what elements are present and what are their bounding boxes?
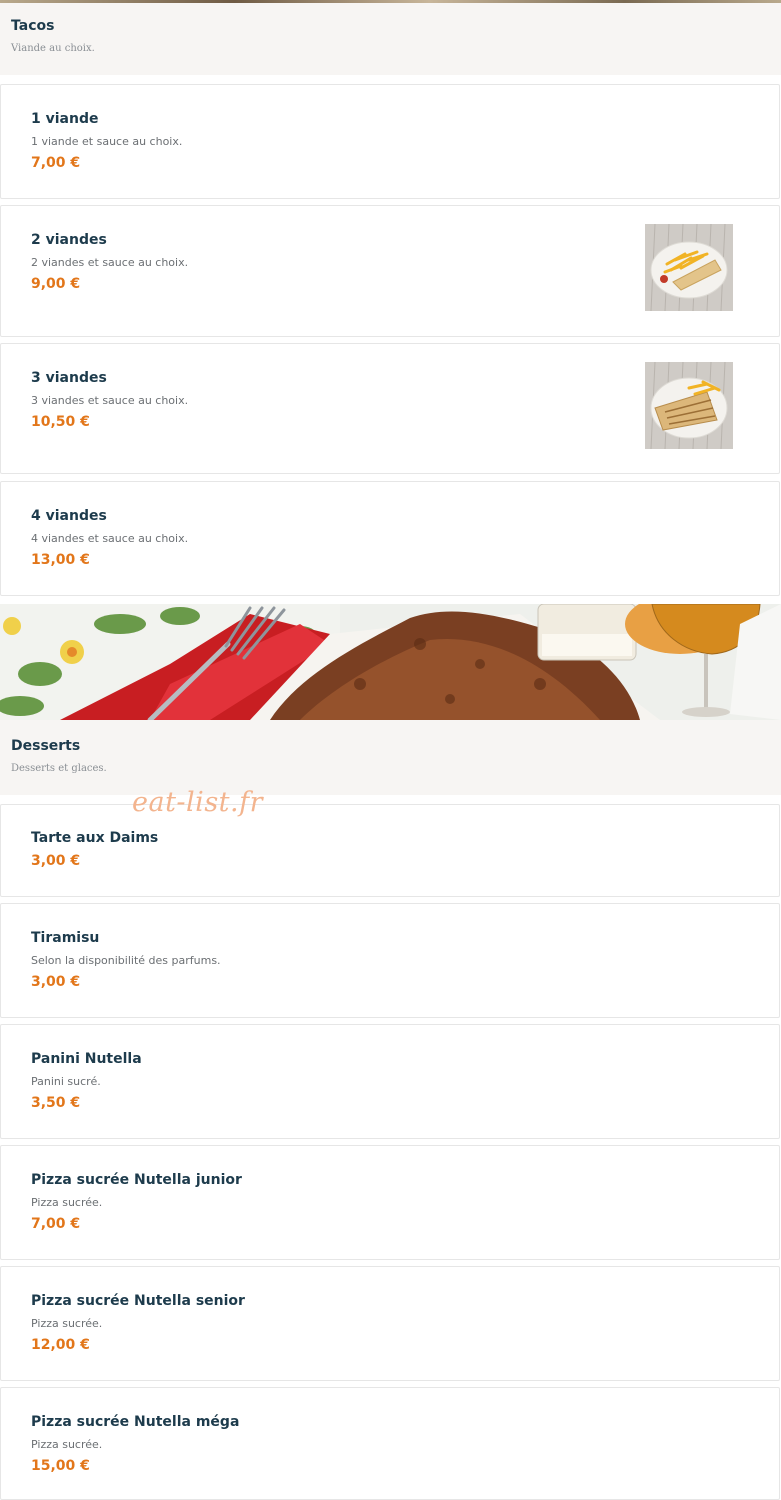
menu-item-pizza-sucree-nutella-senior[interactable]: Pizza sucrée Nutella senior Pizza sucrée… bbox=[0, 1266, 780, 1381]
item-price: 3,00 € bbox=[31, 853, 81, 869]
menu-item-pizza-sucree-nutella-mega[interactable]: Pizza sucrée Nutella méga Pizza sucrée. … bbox=[0, 1387, 780, 1500]
category-title: Tacos bbox=[11, 18, 55, 34]
item-price: 7,00 € bbox=[31, 155, 81, 171]
item-price: 9,00 € bbox=[31, 276, 81, 292]
item-price: 3,00 € bbox=[31, 974, 81, 990]
item-price: 15,00 € bbox=[31, 1458, 90, 1474]
item-description: 1 viande et sauce au choix. bbox=[31, 135, 183, 148]
item-description: Selon la disponibilité des parfums. bbox=[31, 954, 221, 967]
category-description: Desserts et glaces. bbox=[11, 763, 107, 774]
item-name: Tiramisu bbox=[31, 930, 100, 946]
item-price: 12,00 € bbox=[31, 1337, 90, 1353]
watermark-text: eat-list.fr bbox=[132, 787, 264, 818]
item-price: 13,00 € bbox=[31, 552, 90, 568]
item-description: 4 viandes et sauce au choix. bbox=[31, 532, 189, 545]
menu-item-1-viande[interactable]: 1 viande 1 viande et sauce au choix. 7,0… bbox=[0, 84, 780, 199]
tacos-with-fries-photo[interactable] bbox=[645, 362, 733, 449]
tacos-with-fries-photo[interactable] bbox=[645, 224, 733, 311]
item-price: 3,50 € bbox=[31, 1095, 81, 1111]
item-description: 2 viandes et sauce au choix. bbox=[31, 256, 189, 269]
item-name: Tarte aux Daims bbox=[31, 830, 159, 846]
menu-item-pizza-sucree-nutella-junior[interactable]: Pizza sucrée Nutella junior Pizza sucrée… bbox=[0, 1145, 780, 1260]
item-price: 10,50 € bbox=[31, 414, 90, 430]
item-description: Pizza sucrée. bbox=[31, 1196, 103, 1209]
item-description: Pizza sucrée. bbox=[31, 1438, 103, 1451]
item-name: Pizza sucrée Nutella senior bbox=[31, 1293, 245, 1309]
menu-item-2-viandes[interactable]: 2 viandes 2 viandes et sauce au choix. 9… bbox=[0, 205, 780, 337]
item-name: 4 viandes bbox=[31, 508, 107, 524]
menu-item-3-viandes[interactable]: 3 viandes 3 viandes et sauce au choix. 1… bbox=[0, 343, 780, 474]
menu-item-tiramisu[interactable]: Tiramisu Selon la disponibilité des parf… bbox=[0, 903, 780, 1018]
menu-item-tarte-aux-daims[interactable]: Tarte aux Daims 3,00 € bbox=[0, 804, 780, 897]
tiramisu-dessert-photo bbox=[0, 604, 781, 720]
item-price: 7,00 € bbox=[31, 1216, 81, 1232]
menu-item-panini-nutella[interactable]: Panini Nutella Panini sucré. 3,50 € bbox=[0, 1024, 780, 1139]
item-name: 2 viandes bbox=[31, 232, 107, 248]
item-name: 3 viandes bbox=[31, 370, 107, 386]
item-name: 1 viande bbox=[31, 111, 99, 127]
category-header-desserts: Desserts Desserts et glaces. bbox=[0, 720, 781, 795]
item-name: Pizza sucrée Nutella junior bbox=[31, 1172, 242, 1188]
item-name: Pizza sucrée Nutella méga bbox=[31, 1414, 240, 1430]
menu-item-4-viandes[interactable]: 4 viandes 4 viandes et sauce au choix. 1… bbox=[0, 481, 780, 596]
category-title: Desserts bbox=[11, 738, 81, 754]
item-description: Pizza sucrée. bbox=[31, 1317, 103, 1330]
category-header-tacos: Tacos Viande au choix. bbox=[0, 3, 781, 75]
item-name: Panini Nutella bbox=[31, 1051, 142, 1067]
category-description: Viande au choix. bbox=[11, 43, 95, 54]
item-description: Panini sucré. bbox=[31, 1075, 101, 1088]
item-description: 3 viandes et sauce au choix. bbox=[31, 394, 189, 407]
